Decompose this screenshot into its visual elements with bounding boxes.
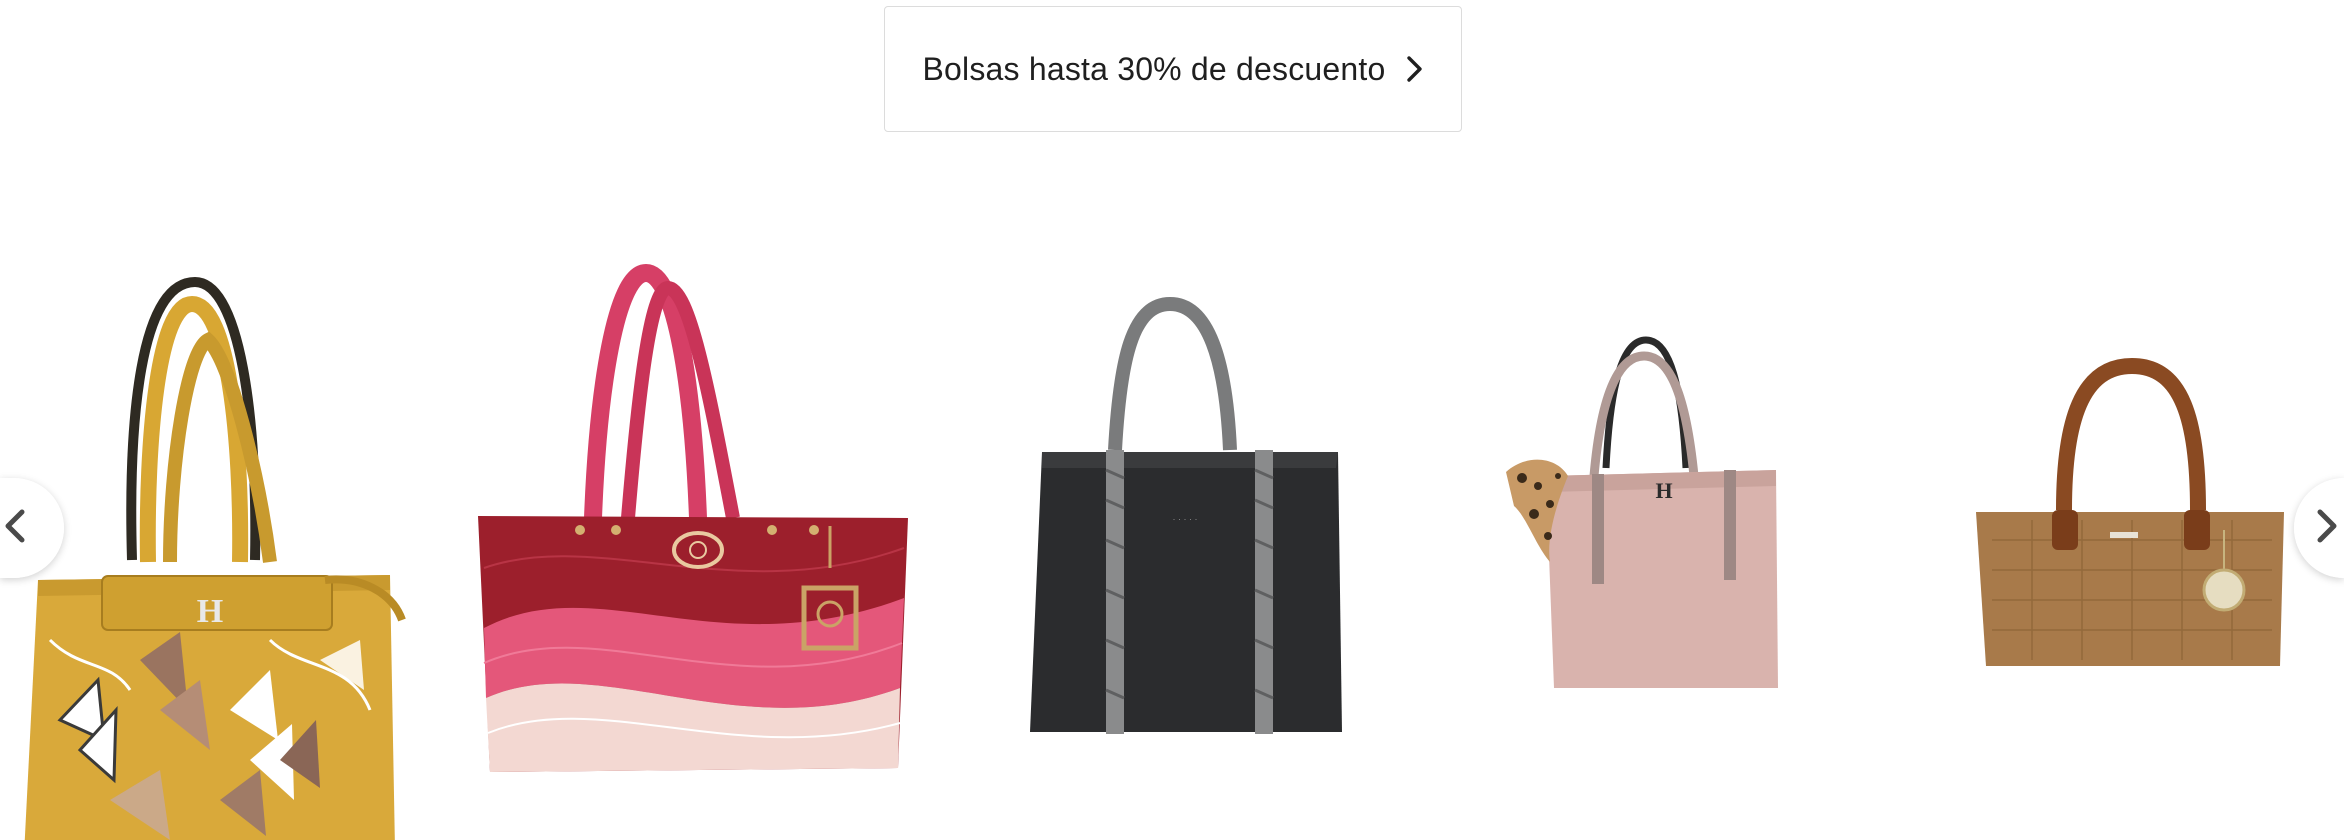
product-card-wave-tote[interactable] xyxy=(478,263,910,778)
svg-text:H: H xyxy=(197,593,223,630)
svg-text:· · · · ·: · · · · · xyxy=(1173,514,1198,524)
chevron-right-icon xyxy=(1406,55,1424,83)
product-card-pink-tote[interactable]: H xyxy=(1506,336,1781,688)
product-image-mustard-bag: H xyxy=(24,276,406,840)
promo-discount-button[interactable]: Bolsas hasta 30% de descuento xyxy=(884,6,1462,132)
product-carousel: H · · · · · H xyxy=(0,200,2344,840)
promo-label: Bolsas hasta 30% de descuento xyxy=(922,50,1386,87)
chevron-right-icon xyxy=(2314,506,2340,551)
product-card-black-tote[interactable]: · · · · · xyxy=(1030,296,1342,735)
product-image-black-tote: · · · · · xyxy=(1030,296,1342,734)
product-card-tan-satchel[interactable] xyxy=(1972,357,2286,672)
svg-text:H: H xyxy=(1655,478,1672,503)
product-image-tan-satchel xyxy=(1976,357,2284,666)
product-image-wave-tote xyxy=(478,263,908,772)
product-card-mustard-bag[interactable]: H xyxy=(20,240,410,840)
chevron-left-icon xyxy=(2,506,28,551)
product-image-pink-tote: H xyxy=(1506,336,1778,688)
